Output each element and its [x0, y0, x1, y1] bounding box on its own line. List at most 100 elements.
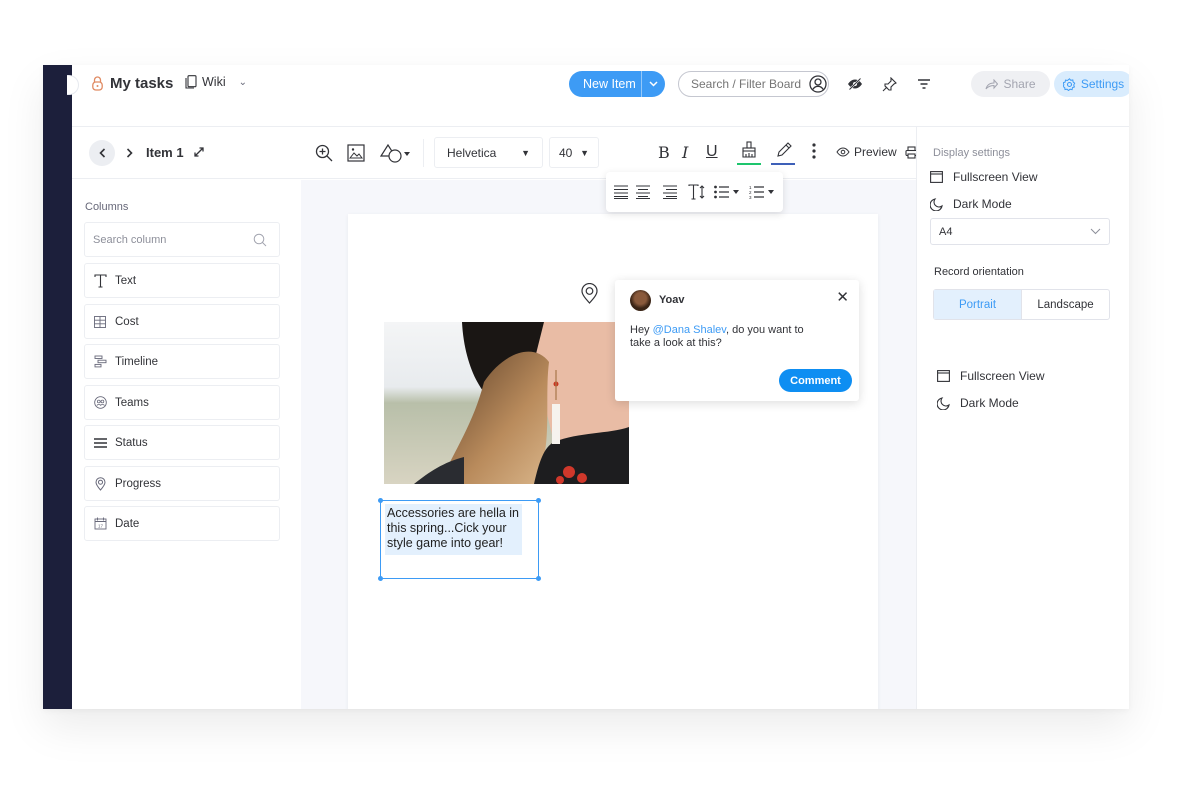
share-arrow-icon — [985, 78, 999, 89]
preview-button[interactable]: Preview — [836, 145, 897, 159]
search-filter-board-input[interactable] — [678, 71, 829, 97]
location-pin-icon — [85, 476, 115, 491]
line-height-icon[interactable] — [688, 184, 706, 200]
zoom-in-icon[interactable] — [315, 144, 333, 162]
photo-woman-with-earring[interactable] — [384, 322, 629, 484]
settings-label: Settings — [1080, 77, 1125, 91]
location-pin-icon[interactable] — [581, 282, 598, 309]
selected-text-box[interactable]: Accessories are hella in this spring...C… — [378, 498, 541, 581]
lock-icon — [92, 76, 103, 96]
view-name: Wiki — [202, 75, 226, 89]
svg-text:3: 3 — [749, 195, 752, 200]
bullet-list-icon[interactable] — [714, 185, 742, 199]
column-label: Timeline — [115, 355, 159, 368]
column-item-progress[interactable]: Progress — [84, 466, 280, 501]
column-item-date[interactable]: 17 Date — [84, 506, 280, 541]
previous-item-button[interactable] — [89, 140, 115, 166]
dark-mode-label: Dark Mode — [960, 396, 1019, 410]
text-box-content[interactable]: Accessories are hella in this spring...C… — [385, 504, 522, 555]
share-button[interactable]: Share — [971, 71, 1050, 97]
pin-icon[interactable] — [880, 75, 898, 93]
chevron-left-icon — [98, 148, 105, 158]
fullscreen-view-label: Fullscreen View — [953, 170, 1038, 184]
new-item-button[interactable]: New Item — [569, 71, 665, 97]
font-family-select[interactable]: Helvetica ▼ — [434, 137, 543, 168]
resize-handle-top-left[interactable] — [378, 498, 383, 503]
filter-icon[interactable] — [915, 75, 933, 93]
search-icon — [253, 233, 267, 250]
bold-button[interactable]: B — [658, 143, 670, 162]
caret-down-icon: ▼ — [521, 147, 530, 158]
caret-down-icon: ▼ — [580, 147, 589, 158]
hide-eye-icon[interactable] — [846, 75, 864, 93]
column-label: Date — [115, 517, 140, 530]
mention-link[interactable]: @Dana Shalev — [653, 324, 726, 336]
display-settings-title: Display settings — [933, 147, 1011, 159]
gear-icon — [1062, 77, 1076, 91]
dark-mode-option-secondary[interactable]: Dark Mode — [937, 396, 1019, 410]
shapes-icon[interactable] — [379, 143, 413, 163]
view-selector[interactable]: Wiki ⌄ — [185, 75, 247, 89]
align-justify-icon[interactable] — [614, 185, 628, 199]
paper-size-value: A4 — [939, 225, 953, 238]
settings-button[interactable]: Settings — [1054, 71, 1129, 97]
resize-handle-bottom-right[interactable] — [536, 576, 541, 581]
avatar — [630, 290, 651, 311]
column-item-teams[interactable]: Teams — [84, 385, 280, 420]
paper-size-select[interactable]: A4 — [930, 218, 1110, 245]
item-title: Item 1 — [146, 145, 184, 160]
record-orientation-label: Record orientation — [934, 266, 1024, 278]
column-item-status[interactable]: Status — [84, 425, 280, 460]
toolbar-divider — [423, 139, 424, 167]
font-family-value: Helvetica — [447, 145, 497, 160]
comment-text: Hey @Dana Shalev, do you want to take a … — [630, 324, 820, 350]
svg-text:17: 17 — [97, 524, 103, 529]
resize-handle-bottom-left[interactable] — [378, 576, 383, 581]
numbers-icon — [85, 315, 115, 328]
display-settings-panel: Display settings Fullscreen View Dark Mo… — [916, 127, 1129, 709]
chevron-down-icon: ⌄ — [238, 76, 247, 88]
new-item-dropdown[interactable] — [641, 71, 665, 97]
share-label: Share — [1003, 77, 1036, 91]
text-format-popover: 123 — [606, 172, 783, 212]
resize-handle-top-right[interactable] — [536, 498, 541, 503]
search-column-field[interactable]: Search column — [84, 222, 280, 257]
team-icon — [85, 396, 115, 409]
font-size-select[interactable]: 40 ▼ — [549, 137, 599, 168]
numbered-list-icon[interactable]: 123 — [749, 184, 777, 200]
fullscreen-view-option-secondary[interactable]: Fullscreen View — [937, 369, 1044, 383]
chevron-right-icon — [126, 148, 133, 158]
column-item-timeline[interactable]: Timeline — [84, 344, 280, 379]
column-label: Text — [115, 274, 137, 287]
eye-icon — [836, 147, 850, 157]
pencil-icon[interactable] — [776, 142, 792, 158]
person-icon[interactable] — [809, 75, 827, 93]
fullscreen-view-label: Fullscreen View — [960, 369, 1045, 383]
preview-label: Preview — [854, 145, 897, 159]
fullscreen-view-option[interactable]: Fullscreen View — [930, 170, 1037, 184]
status-icon — [85, 437, 115, 448]
fill-color-icon[interactable] — [741, 141, 757, 159]
column-label: Status — [115, 436, 148, 449]
close-icon[interactable]: ✕ — [836, 288, 849, 306]
column-item-cost[interactable]: Cost — [84, 304, 280, 339]
align-right-icon[interactable] — [663, 185, 677, 199]
text-color-indicator — [771, 163, 795, 165]
underline-button[interactable]: U — [706, 143, 718, 161]
orientation-portrait[interactable]: Portrait — [934, 290, 1021, 319]
next-item-button[interactable] — [122, 140, 136, 166]
more-vertical-icon[interactable] — [812, 143, 816, 159]
expand-icon[interactable] — [193, 145, 205, 163]
new-item-label: New Item — [583, 77, 636, 91]
dark-mode-option[interactable]: Dark Mode — [930, 197, 1012, 211]
columns-panel: Columns Search column Text Cost Timeline — [72, 180, 301, 709]
italic-button[interactable]: I — [682, 143, 688, 162]
chevron-down-icon — [1090, 228, 1101, 235]
image-icon[interactable] — [347, 144, 365, 162]
comment-button[interactable]: Comment — [779, 369, 852, 392]
comment-card: Yoav ✕ Hey @Dana Shalev, do you want to … — [615, 280, 859, 401]
column-item-text[interactable]: Text — [84, 263, 280, 298]
document-page[interactable]: Yoav ✕ Hey @Dana Shalev, do you want to … — [348, 214, 878, 709]
orientation-landscape[interactable]: Landscape — [1021, 290, 1109, 319]
align-center-icon[interactable] — [636, 185, 650, 199]
